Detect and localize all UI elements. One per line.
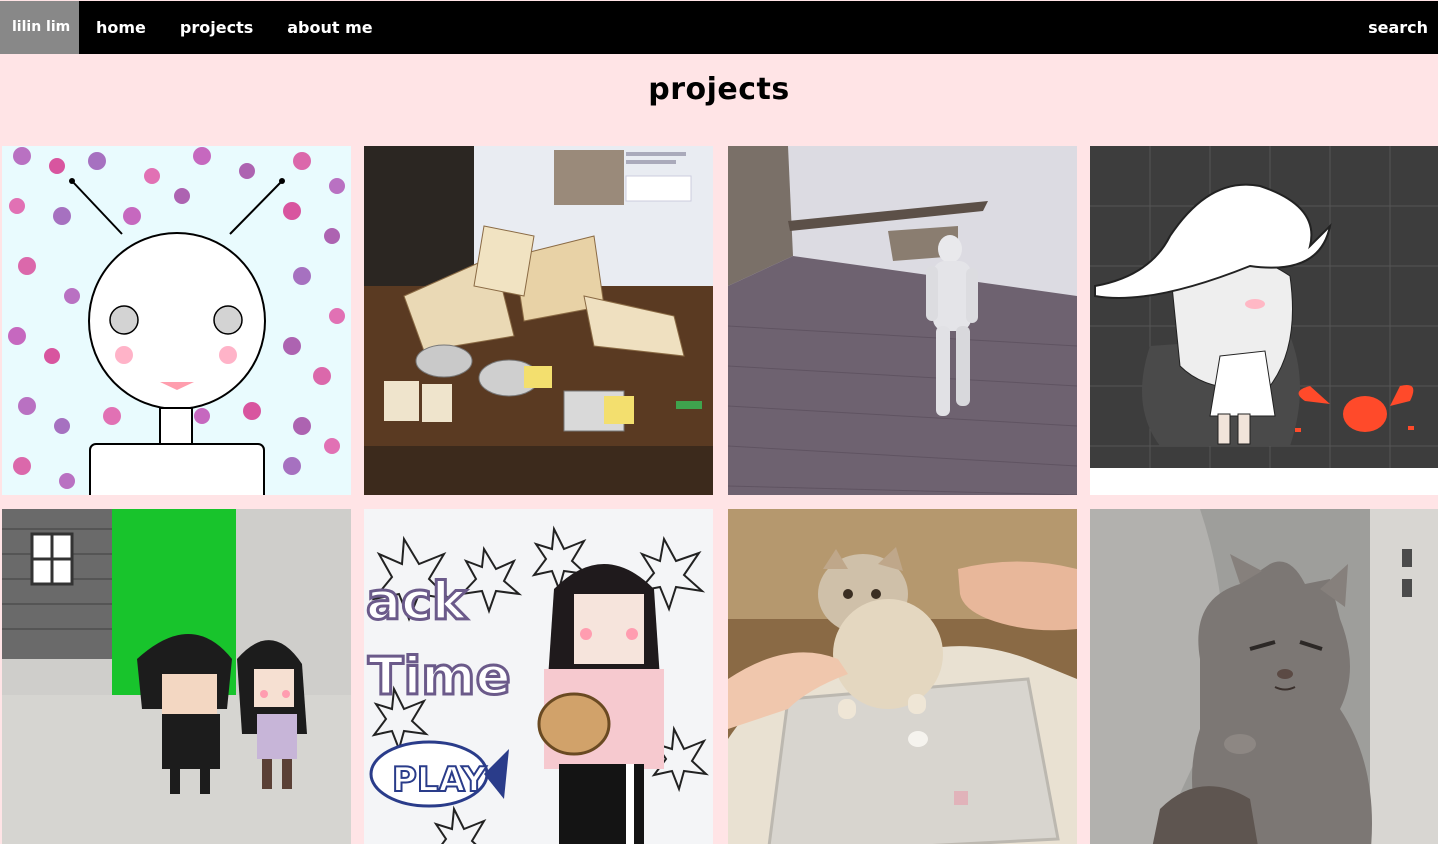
project-tile-snack-time[interactable]: ack Time PLAY	[364, 509, 713, 844]
grumpy-cat-image	[1090, 509, 1438, 844]
nav-home-link[interactable]: home	[79, 1, 163, 54]
page-title: projects	[648, 72, 790, 107]
robot-face-dots-image	[2, 146, 351, 495]
project-tile-robot[interactable]	[2, 146, 351, 495]
nav-brand-link[interactable]: lilin lim	[0, 1, 79, 54]
project-tile-pixel-couple[interactable]	[2, 509, 351, 844]
project-tile-grumpy-cat[interactable]	[1090, 509, 1438, 844]
paper-craft-prototype-image	[364, 146, 713, 495]
svg-text:Time: Time	[368, 647, 511, 707]
3d-mannequin-rooftop-image	[728, 146, 1077, 495]
top-navigation-bar: lilin lim home projects about me search	[0, 1, 1438, 54]
nav-projects-link[interactable]: projects	[163, 1, 270, 54]
svg-text:PLAY: PLAY	[392, 760, 487, 800]
anime-girl-hat-crab-image	[1090, 146, 1438, 495]
nav-about-link[interactable]: about me	[270, 1, 389, 54]
nav-search-link[interactable]: search	[1351, 1, 1438, 54]
project-tile-anime-crab[interactable]	[1090, 146, 1438, 495]
svg-text:ack: ack	[366, 572, 468, 632]
project-tile-papercraft[interactable]	[364, 146, 713, 495]
projects-grid: ack Time PLAY	[0, 146, 1438, 844]
cat-on-scale-image	[728, 509, 1077, 844]
project-tile-cat-scale[interactable]	[728, 509, 1077, 844]
pixel-girl-snack-time-image: ack Time PLAY	[364, 509, 713, 844]
pixel-couple-house-image	[2, 509, 351, 844]
project-tile-3d-rooftop[interactable]	[728, 146, 1077, 495]
